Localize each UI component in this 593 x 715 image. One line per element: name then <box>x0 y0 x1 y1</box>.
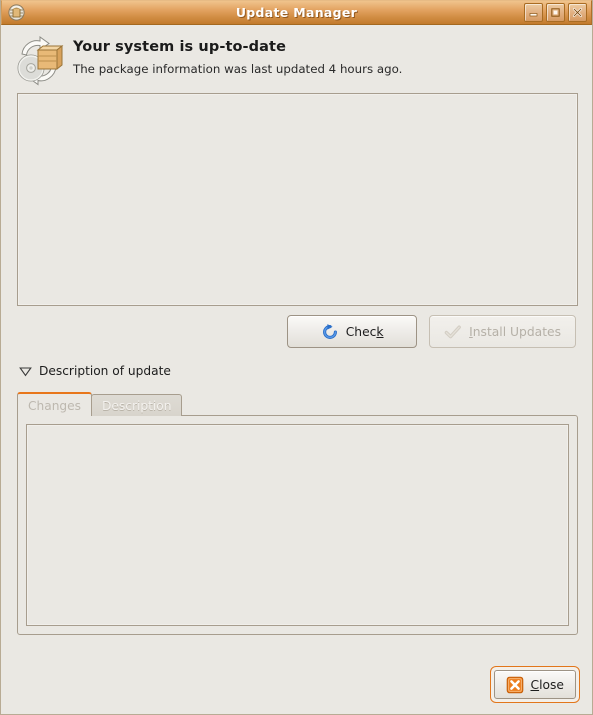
description-notebook: Changes Description <box>17 392 578 635</box>
check-button[interactable]: Check <box>287 315 418 348</box>
check-button-label: Check <box>345 324 384 339</box>
close-button[interactable]: Close <box>494 670 576 699</box>
notebook-tabstrip: Changes Description <box>17 392 578 416</box>
install-updates-button[interactable]: Install Updates <box>429 315 576 348</box>
update-manager-window: Update Manager Your system is up-to-date… <box>0 0 593 715</box>
tab-changes[interactable]: Changes <box>17 392 93 416</box>
changes-text-view[interactable] <box>26 424 569 626</box>
window-controls <box>524 3 587 22</box>
install-updates-button-label: Install Updates <box>469 324 561 339</box>
minimize-button[interactable] <box>524 3 543 22</box>
titlebar-update-manager-icon <box>8 4 25 21</box>
close-icon <box>573 7 582 17</box>
maximize-button[interactable] <box>546 3 565 22</box>
close-window-button[interactable] <box>568 3 587 22</box>
close-button-focus-ring: Close <box>490 666 580 703</box>
window-title: Update Manager <box>235 5 358 20</box>
tab-description-label: Description <box>102 398 172 413</box>
minimize-icon <box>529 13 538 17</box>
refresh-icon <box>322 323 337 339</box>
maximize-icon <box>551 8 560 17</box>
package-update-icon <box>17 36 64 86</box>
triangle-down-icon <box>19 366 32 376</box>
checkmark-icon <box>444 325 462 338</box>
window-titlebar[interactable]: Update Manager <box>1 0 592 25</box>
tab-description[interactable]: Description <box>91 394 183 416</box>
description-expander-label: Description of update <box>39 364 171 378</box>
notebook-body <box>17 415 578 635</box>
action-button-row: Check Install Updates <box>287 315 576 348</box>
close-button-label: Close <box>530 677 564 692</box>
tab-changes-label: Changes <box>28 398 82 413</box>
status-title: Your system is up-to-date <box>73 39 286 55</box>
status-header-text: Your system is up-to-date The package in… <box>73 34 402 76</box>
description-expander[interactable]: Description of update <box>19 364 171 378</box>
status-subtitle: The package information was last updated… <box>73 62 403 76</box>
package-list[interactable] <box>17 93 578 306</box>
status-header: Your system is up-to-date The package in… <box>1 25 592 92</box>
close-x-icon <box>507 676 524 693</box>
